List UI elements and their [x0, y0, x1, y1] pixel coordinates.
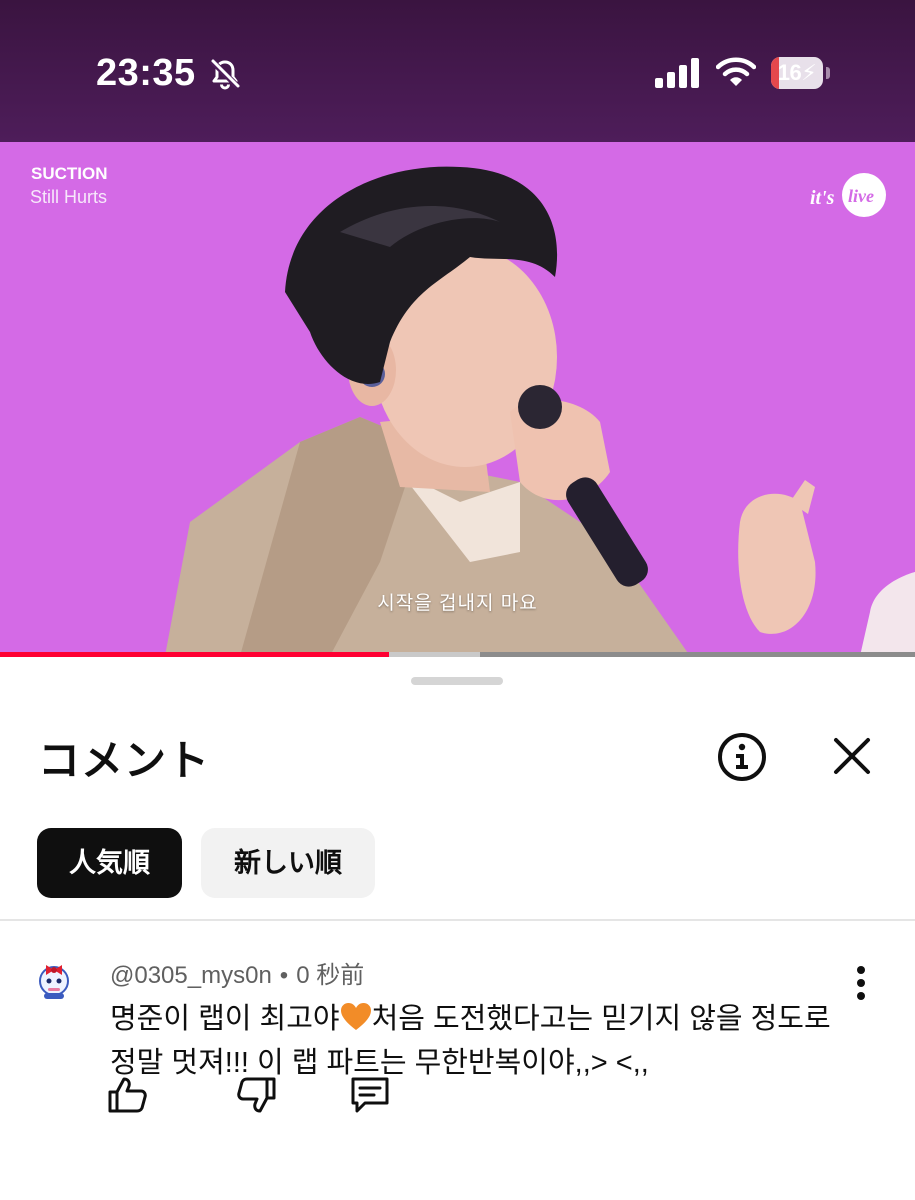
- song-artist: SUCTION: [31, 164, 108, 183]
- comment-meta: @0305_mys0n • 0 秒前: [110, 955, 364, 990]
- signal-icon: [655, 58, 699, 88]
- song-title: Still Hurts: [30, 187, 108, 207]
- svg-text:live: live: [848, 186, 874, 206]
- thumbs-down-icon[interactable]: [234, 1073, 278, 1117]
- video-player[interactable]: SUCTION Still Hurts it's live 시작을 겁내지 마요: [0, 142, 915, 656]
- video-subtitle: 시작을 겁내지 마요: [377, 593, 538, 614]
- battery-cap: [826, 67, 830, 79]
- comments-title: コメント: [38, 737, 211, 784]
- comment-item: @0305_mys0n • 0 秒前 명준이 랩이 최고야 처음 도전했다고는 믿기지…: [0, 921, 915, 1200]
- comment-text-part1: 명준이 랩이 최고야: [110, 1003, 340, 1035]
- wifi-icon: [716, 57, 756, 86]
- charging-bolt-icon: ⚡: [801, 60, 817, 85]
- status-bar: 23:35 16⚡: [0, 0, 915, 142]
- bell-muted-icon: [209, 58, 241, 90]
- comment-time: 0 秒前: [296, 962, 365, 989]
- orange-heart-icon: [340, 1003, 371, 1030]
- comment-author[interactable]: @0305_mys0n: [110, 962, 272, 989]
- sort-chip-newest[interactable]: 新しい順: [201, 828, 375, 898]
- reply-icon[interactable]: [348, 1073, 392, 1117]
- drag-handle[interactable]: [411, 677, 503, 685]
- battery-percent: 16: [777, 60, 802, 85]
- video-frame-image: [0, 142, 915, 656]
- meta-separator: •: [279, 962, 289, 989]
- info-icon[interactable]: [715, 730, 769, 784]
- avatar[interactable]: [32, 957, 76, 1001]
- svg-text:it's: it's: [810, 187, 835, 209]
- comments-sheet: コメント 人気順 新しい順 @0305_mys0n • 0 秒前 명준이 랩이 최고…: [0, 657, 915, 1200]
- more-options-icon[interactable]: [846, 961, 876, 1005]
- battery-charging-icon: 16⚡: [771, 57, 823, 89]
- comment-text: 명준이 랩이 최고야 처음 도전했다고는 믿기지 않을 정도로 정말 멋져!!! …: [110, 997, 850, 1085]
- close-icon[interactable]: [830, 732, 874, 780]
- sort-chip-popular[interactable]: 人気順: [37, 828, 182, 898]
- status-time: 23:35: [96, 52, 196, 94]
- channel-logo: it's live: [810, 173, 886, 217]
- thumbs-up-icon[interactable]: [106, 1073, 150, 1117]
